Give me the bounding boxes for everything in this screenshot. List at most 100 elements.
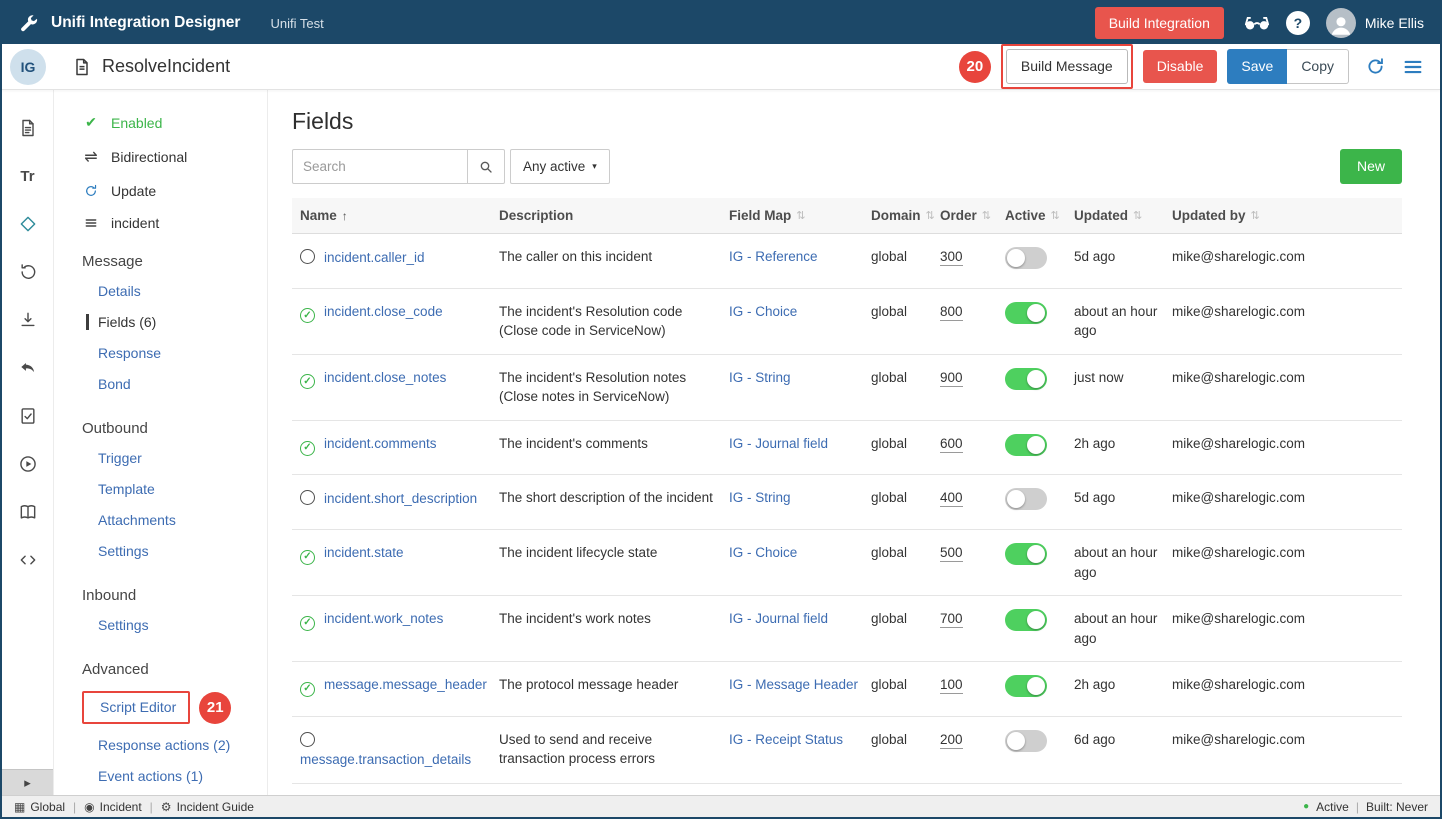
new-button[interactable]: New [1340,149,1402,184]
document-icon[interactable] [2,104,53,152]
active-toggle[interactable] [1005,543,1047,565]
sidebar-item-event-actions-1[interactable]: Event actions (1) [82,768,203,784]
scope-incident[interactable]: ◉Incident [84,800,142,814]
reply-icon[interactable] [2,344,53,392]
collapse-button[interactable]: ▸ [2,769,53,795]
field-map-link[interactable]: IG - Receipt Status [729,732,843,747]
active-toggle[interactable] [1005,368,1047,390]
refresh-icon[interactable] [1365,56,1386,77]
build-integration-button[interactable]: Build Integration [1095,7,1224,39]
field-name-link[interactable]: message.message_header [324,677,487,692]
sidebar-item-attachments[interactable]: Attachments [82,512,176,528]
active-toggle[interactable] [1005,675,1047,697]
code-icon[interactable] [2,536,53,584]
status-label: Bidirectional [111,149,187,165]
table-row: ✓incident.commentsThe incident's comment… [292,421,1402,476]
field-name-link[interactable]: incident.close_notes [324,370,446,385]
text-format-icon[interactable]: Tr [2,152,53,200]
field-order-value[interactable]: 600 [940,436,963,453]
download-icon[interactable] [2,296,53,344]
search-button[interactable] [468,149,505,184]
book-icon[interactable] [2,488,53,536]
column-label: Order [940,208,977,223]
sidebar-item-settings[interactable]: Settings [82,543,149,559]
play-icon[interactable] [2,440,53,488]
field-updated-by: mike@sharelogic.com [1172,302,1402,322]
field-order-value[interactable]: 800 [940,304,963,321]
sidebar-item-template[interactable]: Template [82,481,155,497]
column-header-name[interactable]: Name↑ [292,208,499,223]
help-icon[interactable]: ? [1286,11,1310,35]
field-map-cell: IG - Journal field [729,434,871,454]
field-updated: just now [1074,368,1172,388]
table-row: ✓incident.stateThe incident lifecycle st… [292,530,1402,596]
build-message-button[interactable]: Build Message [1006,49,1128,83]
integration-avatar[interactable]: IG [10,49,46,85]
field-name-link[interactable]: incident.comments [324,436,437,451]
field-name-link[interactable]: incident.caller_id [324,250,425,265]
active-status-label: Active [1316,800,1349,814]
sort-icon: ⇅ [1133,209,1142,222]
field-order-value[interactable]: 300 [940,249,963,266]
field-order-value[interactable]: 500 [940,545,963,562]
sidebar-item-response-actions-2[interactable]: Response actions (2) [82,737,230,753]
field-order-value[interactable]: 900 [940,370,963,387]
field-name-link[interactable]: incident.work_notes [324,611,443,626]
active-toggle[interactable] [1005,247,1047,269]
menu-icon[interactable] [1402,56,1424,78]
field-order-value[interactable]: 200 [940,732,963,749]
sidebar-status-update: Update [82,183,267,199]
scope-global[interactable]: ▦Global [14,800,65,814]
sidebar-item-fields-6[interactable]: Fields (6) [86,314,156,330]
sidebar-item-response[interactable]: Response [82,345,161,361]
save-button[interactable]: Save [1227,49,1287,83]
status-label: Update [111,183,156,199]
active-toggle[interactable] [1005,730,1047,752]
integration-group-name[interactable]: Unifi Test [270,16,323,31]
active-toggle[interactable] [1005,488,1047,510]
sidebar-item-trigger[interactable]: Trigger [82,450,142,466]
column-header-active[interactable]: Active⇅ [1005,208,1074,223]
scope-incident-guide[interactable]: ⚙Incident Guide [161,800,254,814]
column-header-domain[interactable]: Domain⇅ [871,208,940,223]
column-header-order[interactable]: Order⇅ [940,208,1005,223]
disable-button[interactable]: Disable [1143,50,1218,82]
tasks-icon[interactable] [2,392,53,440]
column-header-updated[interactable]: Updated⇅ [1074,208,1172,223]
user-avatar-icon[interactable] [1326,8,1356,38]
field-order-value[interactable]: 700 [940,611,963,628]
field-name-link[interactable]: message.transaction_details [300,752,471,767]
field-map-link[interactable]: IG - Choice [729,304,797,319]
sidebar-item-script-editor[interactable]: Script Editor [84,699,176,715]
field-name-link[interactable]: incident.short_description [324,491,477,506]
field-name-link[interactable]: incident.state [324,545,404,560]
active-filter-dropdown[interactable]: Any active ▾ [510,149,610,184]
active-toggle[interactable] [1005,609,1047,631]
active-toggle[interactable] [1005,302,1047,324]
glasses-icon[interactable] [1244,15,1270,32]
field-map-link[interactable]: IG - Reference [729,249,818,264]
copy-button[interactable]: Copy [1287,49,1349,83]
column-header-field-map[interactable]: Field Map⇅ [729,208,871,223]
status-label: incident [111,215,159,231]
field-name-link[interactable]: incident.close_code [324,304,443,319]
user-name[interactable]: Mike Ellis [1365,15,1424,31]
field-map-link[interactable]: IG - Message Header [729,677,858,692]
active-toggle[interactable] [1005,434,1047,456]
label-icon[interactable] [2,200,53,248]
field-map-link[interactable]: IG - String [729,490,791,505]
field-order-value[interactable]: 100 [940,677,963,694]
update-icon [82,183,100,199]
sidebar-item-bond[interactable]: Bond [82,376,131,392]
search-input[interactable] [292,149,468,184]
sidebar-item-details[interactable]: Details [82,283,141,299]
field-order-value[interactable]: 400 [940,490,963,507]
column-header-updated-by[interactable]: Updated by⇅ [1172,208,1402,223]
sidebar-item-settings[interactable]: Settings [82,617,149,633]
field-map-link[interactable]: IG - Journal field [729,436,828,451]
history-icon[interactable] [2,248,53,296]
app-title: Unifi Integration Designer [51,14,240,32]
field-map-link[interactable]: IG - Choice [729,545,797,560]
field-map-link[interactable]: IG - String [729,370,791,385]
field-map-link[interactable]: IG - Journal field [729,611,828,626]
